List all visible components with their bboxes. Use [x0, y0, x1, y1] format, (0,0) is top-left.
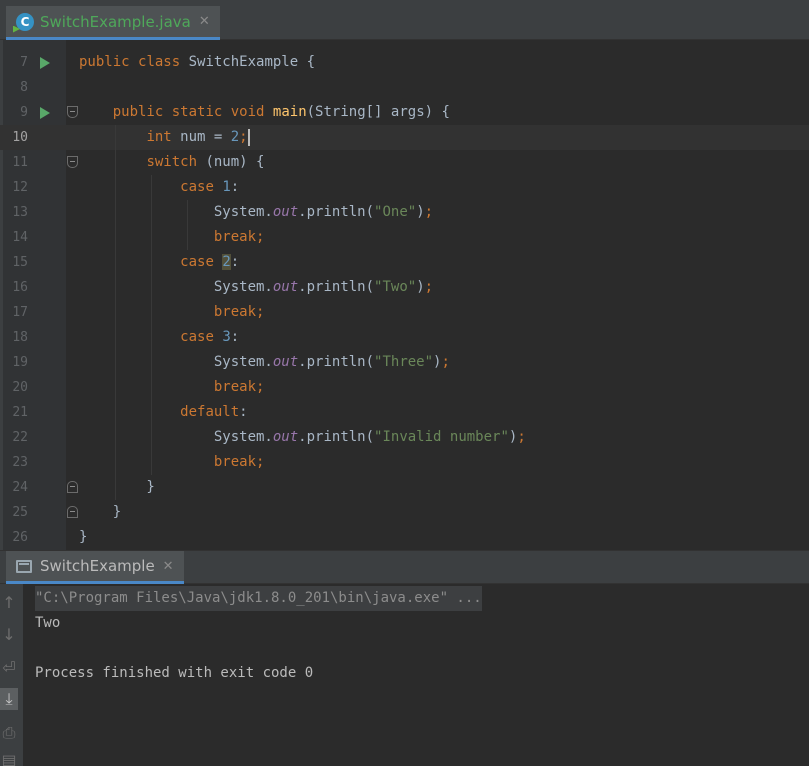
text-caret [247, 128, 250, 146]
code-text: public class SwitchExample { [79, 54, 316, 70]
indent-guide [187, 200, 188, 250]
fold-icon[interactable] [67, 481, 78, 493]
line-number: 9 [20, 105, 28, 120]
code-line[interactable]: 9 public static void main(String[] args)… [0, 100, 809, 125]
code-text: System.out.println("One"); [79, 204, 434, 220]
print-icon[interactable]: ⎙ [0, 722, 18, 744]
code-text: public static void main(String[] args) { [112, 104, 450, 120]
down-arrow-icon[interactable]: ↓ [0, 624, 18, 646]
code-text: } [79, 479, 155, 495]
run-toolbar: ↑ ↓ ⏎ ⤓ ⎙ ▤ [0, 584, 23, 766]
close-icon[interactable]: ✕ [163, 559, 174, 574]
fold-icon[interactable] [67, 506, 78, 518]
code-text: } [79, 504, 122, 520]
code-text: break; [213, 454, 265, 470]
line-number: 21 [12, 405, 28, 420]
line-number: 20 [12, 380, 28, 395]
code-text: System.out.println("Two"); [79, 279, 434, 295]
line-number: 14 [12, 230, 28, 245]
code-line[interactable]: 18 case 3: [0, 325, 809, 350]
code-line[interactable]: 13 System.out.println("One"); [0, 200, 809, 225]
run-tab-label: SwitchExample [40, 557, 155, 575]
line-number: 18 [12, 330, 28, 345]
code-text: case 1: [180, 179, 240, 195]
fold-icon[interactable] [67, 156, 78, 168]
code-text: break; [213, 229, 265, 245]
code-line[interactable]: 25 } [0, 500, 809, 525]
code-text: case 2: [180, 254, 240, 270]
code-line[interactable]: 10 int num = 2; [0, 125, 809, 150]
code-line[interactable]: 22 System.out.println("Invalid number"); [0, 425, 809, 450]
run-gutter-icon[interactable] [40, 107, 50, 119]
code-text: break; [213, 304, 265, 320]
fold-icon[interactable] [67, 106, 78, 118]
console-exit-message: Process finished with exit code 0 [35, 665, 314, 681]
line-number: 26 [12, 530, 28, 545]
editor-tab-switchexample[interactable]: C SwitchExample.java ✕ [6, 6, 220, 40]
soft-wrap-icon[interactable]: ⏎ [0, 657, 18, 679]
code-text: } [79, 529, 88, 545]
code-editor[interactable]: 7 public class SwitchExample { 8 9 public s… [0, 40, 809, 550]
code-line[interactable]: 17 break; [0, 300, 809, 325]
code-line[interactable]: 7 public class SwitchExample { [0, 50, 809, 75]
code-text: System.out.println("Three"); [79, 354, 450, 370]
line-number: 15 [12, 255, 28, 270]
code-line[interactable]: 24 } [0, 475, 809, 500]
code-line[interactable]: 20 break; [0, 375, 809, 400]
line-number: 8 [20, 80, 28, 95]
clear-icon[interactable]: ▤ [0, 750, 18, 766]
indent-guide [151, 175, 152, 475]
code-line[interactable]: 16 System.out.println("Two"); [0, 275, 809, 300]
editor-tab-bar: C SwitchExample.java ✕ [0, 0, 809, 40]
close-icon[interactable]: ✕ [199, 14, 210, 29]
code-line[interactable]: 14 break; [0, 225, 809, 250]
code-text: break; [213, 379, 265, 395]
code-text: default: [180, 404, 248, 420]
code-text: case 3: [180, 329, 240, 345]
editor-tab-label: SwitchExample.java [40, 12, 191, 31]
code-text: System.out.println("Invalid number"); [79, 429, 526, 445]
indent-guide [115, 125, 116, 500]
line-number: 25 [12, 505, 28, 520]
line-number: 10 [12, 130, 28, 145]
code-line[interactable]: 26} [0, 525, 809, 550]
line-number: 24 [12, 480, 28, 495]
line-number: 16 [12, 280, 28, 295]
line-number: 11 [12, 155, 28, 170]
code-line[interactable]: 21 default: [0, 400, 809, 425]
code-text: int num = 2; [146, 128, 250, 146]
code-text: switch (num) { [146, 154, 265, 170]
line-number: 17 [12, 305, 28, 320]
code-line[interactable]: 11 switch (num) { [0, 150, 809, 175]
run-tab-switchexample[interactable]: SwitchExample ✕ [6, 551, 184, 584]
line-number: 12 [12, 180, 28, 195]
run-tool-window-header: SwitchExample ✕ [0, 550, 809, 584]
line-number: 13 [12, 205, 28, 220]
console-output-line: Two [35, 615, 61, 631]
code-line[interactable]: 8 [0, 75, 809, 100]
code-line[interactable]: 23 break; [0, 450, 809, 475]
line-number: 7 [20, 55, 28, 70]
code-line[interactable]: 19 System.out.println("Three"); [0, 350, 809, 375]
line-number: 19 [12, 355, 28, 370]
console-output[interactable]: "C:\Program Files\Java\jdk1.8.0_201\bin\… [23, 584, 809, 766]
line-number: 22 [12, 430, 28, 445]
console-icon [16, 559, 32, 573]
run-gutter-icon[interactable] [40, 57, 50, 69]
console-command-line: "C:\Program Files\Java\jdk1.8.0_201\bin\… [35, 586, 482, 611]
line-number: 23 [12, 455, 28, 470]
java-class-icon: C [16, 12, 34, 31]
code-line[interactable]: 12 case 1: [0, 175, 809, 200]
code-line[interactable]: 15 case 2: [0, 250, 809, 275]
up-arrow-icon[interactable]: ↑ [0, 592, 18, 614]
scroll-to-end-icon[interactable]: ⤓ [0, 688, 18, 710]
